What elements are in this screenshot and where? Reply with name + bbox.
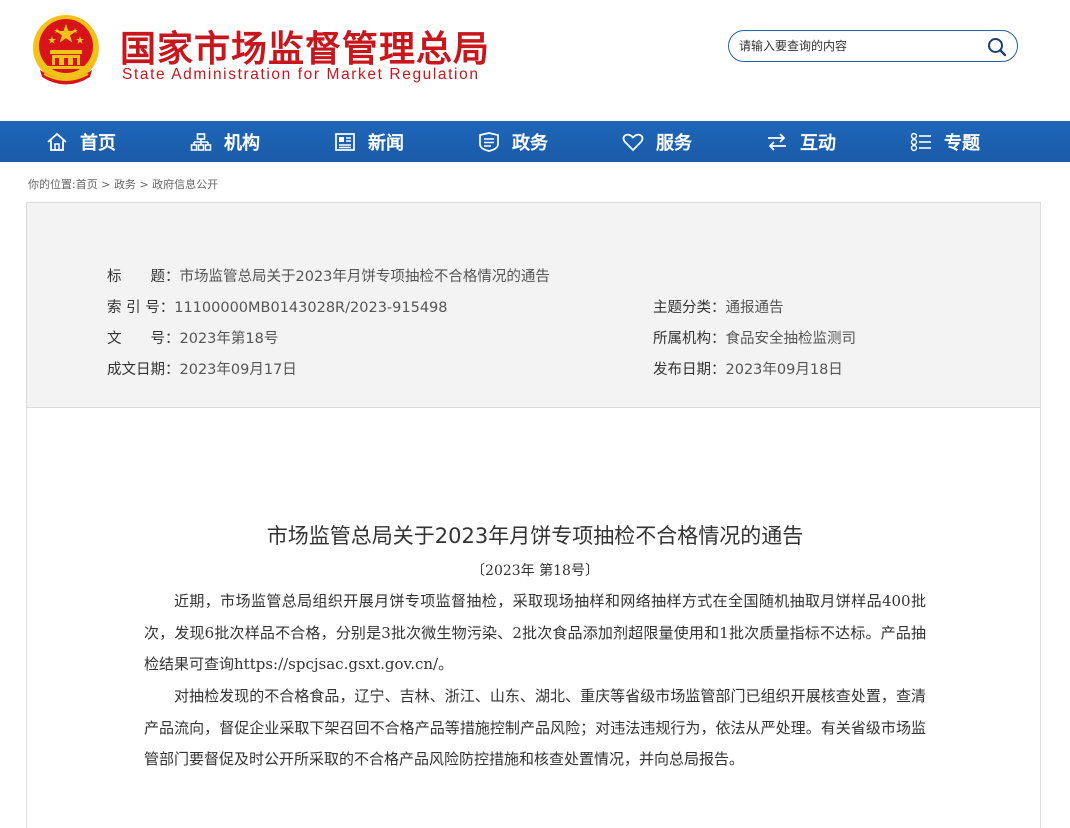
meta-created-value: 2023年09月17日: [179, 362, 297, 378]
nav-label: 服务: [656, 132, 692, 154]
meta-org-row: 所属机构：食品安全抽检监测司: [653, 327, 856, 348]
meta-published-label: 发布日期：: [653, 362, 726, 378]
article-paragraph: 对抽检发现的不合格食品，辽宁、吉林、浙江、山东、湖北、重庆等省级市场监管部门已组…: [144, 687, 926, 768]
meta-title-value: 市场监管总局关于2023年月饼专项抽检不合格情况的通告: [179, 269, 550, 285]
breadcrumb-link-affairs[interactable]: 政务: [114, 178, 136, 191]
meta-docno-label: 文 号：: [107, 331, 180, 347]
main-nav: 首页 机构 新闻 政务 服务 互动 专题: [0, 121, 1070, 162]
site-header: 国家市场监督管理总局 State Administration for Mark…: [0, 0, 1070, 121]
meta-org-value: 食品安全抽检监测司: [725, 331, 857, 347]
breadcrumb-link-disclosure[interactable]: 政府信息公开: [152, 178, 218, 191]
meta-index-row: 索 引 号：11100000MB0143028R/2023-915498: [107, 296, 448, 317]
nav-item-interact[interactable]: 互动: [766, 121, 836, 162]
meta-docno-value: 2023年第18号: [179, 331, 279, 347]
article-title: 市场监管总局关于2023年月饼专项抽检不合格情况的通告: [266, 524, 804, 548]
search-input[interactable]: [739, 37, 979, 55]
site-title[interactable]: 国家市场监督管理总局: [120, 20, 490, 72]
nav-item-home[interactable]: 首页: [46, 121, 116, 162]
document-meta-panel: 标 题：市场监管总局关于2023年月饼专项抽检不合格情况的通告 索 引 号：11…: [26, 202, 1041, 408]
heart-icon: [622, 133, 644, 151]
breadcrumb: 你的位置:首页 > 政务 > 政府信息公开: [28, 176, 218, 192]
article-number: 〔2023年 第18号〕: [471, 563, 599, 579]
nav-item-affairs[interactable]: 政务: [478, 121, 548, 162]
nav-label: 新闻: [368, 132, 404, 154]
topics-icon: [910, 132, 931, 151]
nav-item-service[interactable]: 服务: [622, 121, 692, 162]
org-icon: [190, 132, 212, 151]
nav-label: 专题: [944, 132, 980, 154]
meta-org-label: 所属机构：: [653, 331, 726, 347]
meta-docno-row: 文 号：2023年第18号: [107, 327, 278, 348]
affairs-icon: [479, 131, 499, 152]
meta-title-row: 标 题：市场监管总局关于2023年月饼专项抽检不合格情况的通告: [107, 265, 550, 286]
breadcrumb-link-home[interactable]: 首页: [76, 178, 98, 191]
article-paragraph: 近期，市场监管总局组织开展月饼专项监督抽检，采取现场抽样和网络抽样方式在全国随机…: [144, 592, 926, 673]
meta-topic-label: 主题分类：: [653, 300, 726, 316]
site-title-english: State Administration for Market Regulati…: [122, 66, 480, 83]
nav-label: 首页: [80, 132, 116, 154]
meta-topic-value: 通报通告: [725, 300, 784, 316]
national-emblem-icon[interactable]: [30, 14, 102, 88]
meta-published-value: 2023年09月18日: [725, 362, 843, 378]
meta-index-value: 11100000MB0143028R/2023-915498: [174, 300, 448, 316]
nav-label: 机构: [224, 132, 260, 154]
breadcrumb-prefix: 你的位置:: [28, 178, 76, 191]
meta-topic-row: 主题分类：通报通告: [653, 296, 784, 317]
nav-label: 互动: [800, 132, 836, 154]
meta-created-label: 成文日期：: [107, 362, 180, 378]
breadcrumb-separator: >: [101, 178, 111, 191]
meta-index-label: 索 引 号：: [107, 300, 175, 316]
nav-label: 政务: [512, 132, 548, 154]
home-icon: [47, 132, 67, 151]
nav-item-news[interactable]: 新闻: [334, 121, 404, 162]
exchange-icon: [768, 132, 786, 151]
breadcrumb-separator: >: [139, 178, 149, 191]
nav-item-org[interactable]: 机构: [190, 121, 260, 162]
nav-item-topics[interactable]: 专题: [910, 121, 980, 162]
meta-title-label: 标 题：: [107, 269, 180, 285]
meta-published-row: 发布日期：2023年09月18日: [653, 358, 843, 379]
search-box: [728, 30, 1018, 62]
search-icon[interactable]: [987, 37, 1007, 57]
meta-created-row: 成文日期：2023年09月17日: [107, 358, 297, 379]
news-icon: [335, 132, 355, 151]
